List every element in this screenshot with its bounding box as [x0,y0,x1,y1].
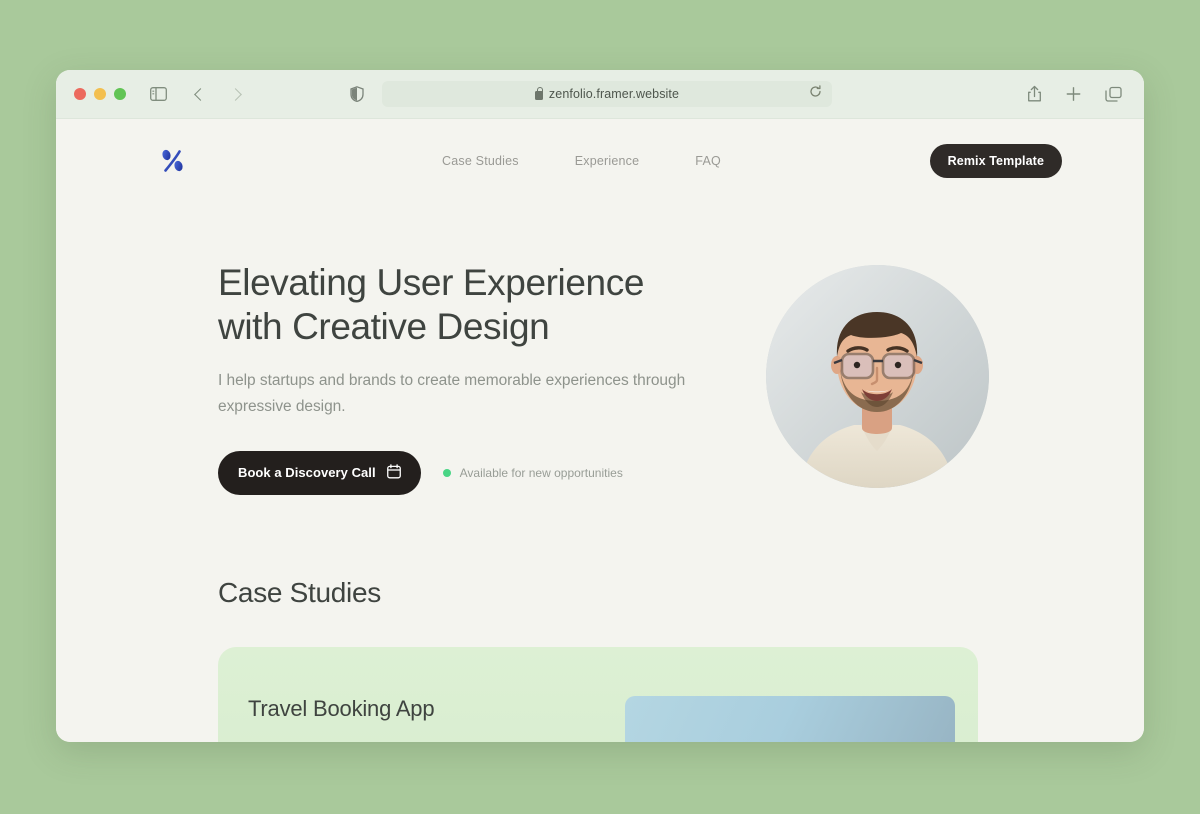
hero-section: Elevating User Experience with Creative … [56,203,1144,495]
hero-subheadline: I help startups and brands to create mem… [218,372,686,415]
address-bar[interactable]: zenfolio.framer.website [382,81,832,107]
browser-toolbar: zenfolio.framer.website [56,70,1144,119]
minimize-window-button[interactable] [94,88,106,100]
url-text: zenfolio.framer.website [548,87,680,101]
remix-template-button[interactable]: Remix Template [929,144,1062,178]
forward-chevron-icon[interactable] [224,86,247,103]
tab-overview-icon[interactable] [1105,86,1122,102]
reload-icon[interactable] [809,85,822,103]
nav-link-faq[interactable]: FAQ [695,154,721,168]
case-studies-heading: Case Studies [218,576,381,608]
share-icon[interactable] [1027,85,1042,103]
toolbar-right-icons [1027,85,1122,103]
hero-text-column: Elevating User Experience with Creative … [218,261,718,495]
privacy-shield-icon[interactable] [350,86,364,102]
sidebar-toggle-icon[interactable] [150,87,167,101]
lock-icon [534,86,544,100]
nav-link-case-studies[interactable]: Case Studies [442,154,519,168]
case-study-title: Travel Booking App [248,695,435,721]
site-navbar: Case Studies Experience FAQ Remix Templa… [56,119,1144,203]
book-discovery-call-button[interactable]: Book a Discovery Call [218,450,421,495]
status-badge [442,468,451,477]
zenfolio-logo[interactable] [156,144,190,178]
case-study-thumbnail [625,695,955,742]
nav-link-experience[interactable]: Experience [575,154,640,168]
avatar [766,265,989,488]
site-nav-links: Case Studies Experience FAQ [442,154,721,168]
plus-icon[interactable] [1066,87,1081,102]
page-title: Elevating User Experience with Creative … [218,262,644,347]
window-controls [74,88,126,100]
web-page: Case Studies Experience FAQ Remix Templa… [56,119,1144,742]
browser-window: zenfolio.framer.website Case Studies Exp… [56,70,1144,742]
case-study-card[interactable]: Travel Booking App [218,646,978,742]
calendar-icon [386,464,401,482]
availability-status: Available for new opportunities [442,465,623,480]
back-chevron-icon[interactable] [189,86,212,103]
cta-label: Book a Discovery Call [238,465,376,481]
hero-cta-row: Book a Discovery Call Available for new … [218,450,718,495]
navigation-buttons [189,86,247,103]
maximize-window-button[interactable] [114,88,126,100]
availability-label: Available for new opportunities [459,465,623,480]
close-window-button[interactable] [74,88,86,100]
